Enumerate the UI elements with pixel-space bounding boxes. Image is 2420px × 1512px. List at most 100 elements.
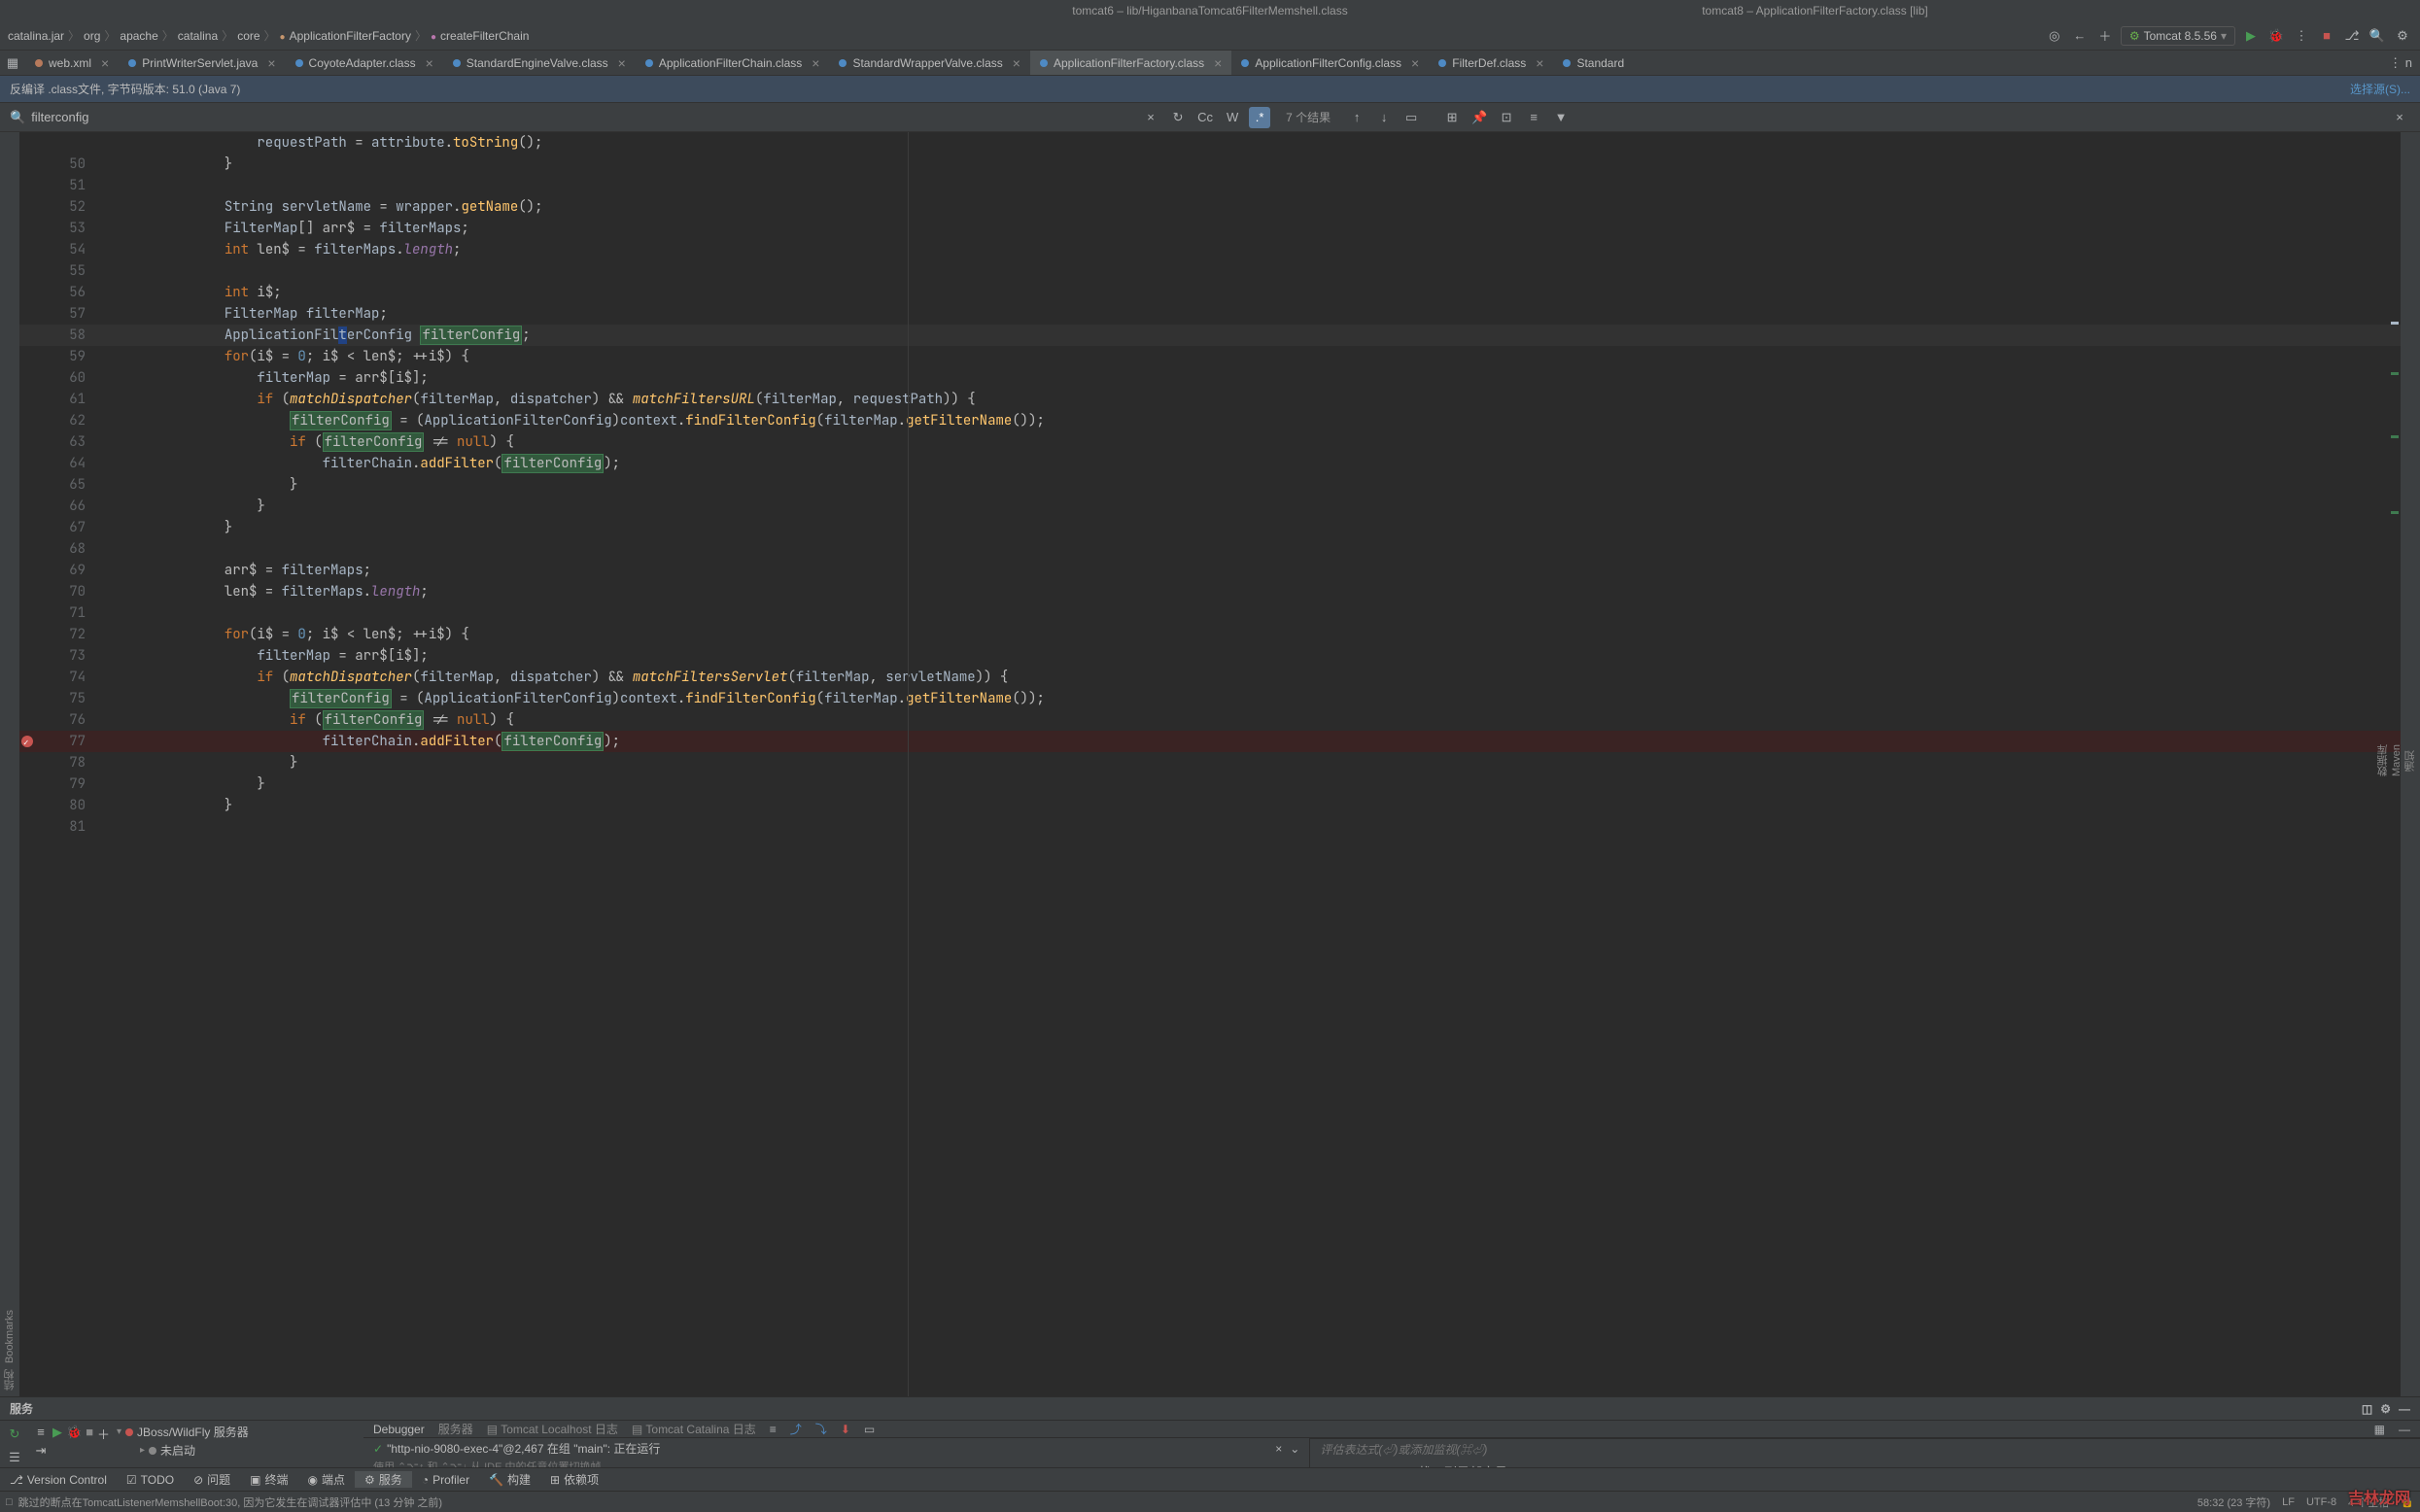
breakpoint-gutter[interactable] (19, 325, 49, 346)
back-icon[interactable]: ← (2070, 26, 2090, 46)
bb-endpoints[interactable]: ◉ 端点 (298, 1471, 356, 1488)
code-line[interactable]: 63 if (filterConfig != null) { (19, 431, 2401, 453)
breakpoint-gutter[interactable] (19, 410, 49, 431)
fold-gutter[interactable] (97, 367, 126, 389)
fold-gutter[interactable] (97, 602, 126, 624)
tw-misc-icon[interactable]: ▭ (864, 1423, 875, 1436)
code-line[interactable]: 56 int i$; (19, 282, 2401, 303)
fold-gutter[interactable] (97, 773, 126, 795)
tw-add-icon[interactable]: ＋ (97, 1425, 110, 1467)
evaluate-input[interactable] (1320, 1443, 2410, 1457)
left-tool-strip[interactable]: Bookmarks 结构 (0, 132, 19, 1396)
tw-stepinto-icon[interactable]: ⬇ (841, 1423, 850, 1436)
fold-gutter[interactable] (97, 175, 126, 196)
caret-position[interactable]: 58:32 (23 字符) (2197, 1495, 2270, 1510)
editor-tab[interactable]: StandardEngineValve.class× (443, 51, 636, 75)
fold-gutter[interactable] (97, 645, 126, 667)
project-tool-icon[interactable]: ▦ (0, 51, 25, 75)
tw-tab-localhost-log[interactable]: ▤ Tomcat Localhost 日志 (487, 1421, 618, 1437)
run-config-selector[interactable]: ⚙ Tomcat 8.5.56 ▾ (2121, 26, 2235, 46)
breakpoint-gutter[interactable] (19, 538, 49, 560)
code-line[interactable]: 77 filterChain.addFilter(filterConfig); (19, 731, 2401, 752)
code-line[interactable]: 76 if (filterConfig != null) { (19, 709, 2401, 731)
bb-problems[interactable]: ⊘ 问题 (184, 1471, 240, 1488)
tabs-overflow[interactable]: ⋮ n (2381, 51, 2420, 75)
crumb-method[interactable]: createFilterChain (431, 29, 529, 43)
code-line[interactable]: 58 ApplicationFilterConfig filterConfig; (19, 325, 2401, 346)
search-input[interactable] (31, 110, 323, 124)
tab-close-icon[interactable]: × (1411, 55, 1419, 71)
fold-gutter[interactable] (97, 282, 126, 303)
evaluate-field[interactable] (1310, 1438, 2420, 1460)
right-tool-strip[interactable]: 通知 Maven 数据库 (2401, 132, 2420, 1396)
fold-gutter[interactable] (97, 260, 126, 282)
debug-button[interactable]: 🐞 (2266, 26, 2286, 46)
breakpoint-gutter[interactable] (19, 560, 49, 581)
tw-tab-debugger[interactable]: Debugger (373, 1423, 425, 1436)
breakpoint-gutter[interactable] (19, 175, 49, 196)
breakpoint-gutter[interactable] (19, 431, 49, 453)
breakpoint-gutter[interactable] (19, 709, 49, 731)
code-line[interactable]: 66 } (19, 496, 2401, 517)
editor-tab[interactable]: PrintWriterServlet.java× (119, 51, 285, 75)
editor-tab[interactable]: CoyoteAdapter.class× (286, 51, 443, 75)
add-config-icon[interactable]: ＋ (2095, 26, 2115, 46)
close-search-icon[interactable]: × (2389, 107, 2410, 128)
history-icon[interactable]: ↻ (1167, 107, 1189, 128)
bb-vcs[interactable]: ⎇ Version Control (0, 1473, 117, 1487)
breakpoint-gutter[interactable] (19, 303, 49, 325)
match-case-icon[interactable]: Cc (1194, 107, 1216, 128)
words-icon[interactable]: W (1222, 107, 1243, 128)
bookmarks-stripe[interactable]: Bookmarks (4, 1310, 16, 1363)
fold-gutter[interactable] (97, 154, 126, 175)
crumb-class[interactable]: ApplicationFilterFactory (280, 29, 411, 43)
thread-close-icon[interactable]: × (1275, 1442, 1282, 1456)
code-line[interactable]: 71 (19, 602, 2401, 624)
tw-minus-icon[interactable]: — (2399, 1423, 2410, 1436)
code-line[interactable]: 80 } (19, 795, 2401, 816)
bb-todo[interactable]: ☑ TODO (117, 1473, 184, 1487)
tab-close-icon[interactable]: × (618, 55, 626, 71)
breakpoint-gutter[interactable] (19, 667, 49, 688)
tab-close-icon[interactable]: × (1214, 55, 1222, 71)
tw-collapse-icon[interactable]: ⇥ (36, 1443, 47, 1459)
search-everywhere-icon[interactable]: 🔍 (2368, 26, 2387, 46)
fold-gutter[interactable] (97, 581, 126, 602)
crumb-jar[interactable]: catalina.jar (8, 29, 64, 43)
breakpoint-gutter[interactable] (19, 154, 49, 175)
breakpoint-gutter[interactable] (19, 260, 49, 282)
breakpoint-gutter[interactable] (19, 196, 49, 218)
fold-gutter[interactable] (97, 346, 126, 367)
code-line[interactable]: 65 } (19, 474, 2401, 496)
select-all-icon[interactable]: ▭ (1400, 107, 1422, 128)
tw-split-icon[interactable]: ◫ (2362, 1402, 2372, 1416)
tw-run-icon[interactable]: ▶ (52, 1425, 62, 1467)
fold-gutter[interactable] (97, 816, 126, 838)
code-line[interactable]: 55 (19, 260, 2401, 282)
tab-close-icon[interactable]: × (1013, 55, 1020, 71)
notifications-stripe[interactable]: 通知 (2403, 750, 2418, 772)
tab-close-icon[interactable]: × (426, 55, 433, 71)
fold-gutter[interactable] (97, 218, 126, 239)
fold-gutter[interactable] (97, 731, 126, 752)
tw-stepover-icon[interactable]: ⤵ (815, 1421, 827, 1437)
breakpoint-gutter[interactable] (19, 645, 49, 667)
fold-gutter[interactable] (97, 496, 126, 517)
breakpoint-gutter[interactable] (19, 132, 49, 154)
git-icon[interactable]: ⎇ (2342, 26, 2362, 46)
code-line[interactable]: 68 (19, 538, 2401, 560)
tw-rerun-icon[interactable]: ↻ (5, 1425, 24, 1444)
breakpoint-gutter[interactable] (19, 773, 49, 795)
breakpoint-gutter[interactable] (19, 688, 49, 709)
fold-gutter[interactable] (97, 709, 126, 731)
tw-threads-icon[interactable]: ≡ (770, 1423, 777, 1436)
code-line[interactable]: 78 } (19, 752, 2401, 773)
editor-tab[interactable]: Standard (1553, 51, 1634, 75)
next-match-icon[interactable]: ↓ (1373, 107, 1395, 128)
bb-terminal[interactable]: ▣ 终端 (240, 1471, 297, 1488)
code-line[interactable]: 50 } (19, 154, 2401, 175)
maven-stripe[interactable]: Maven (2391, 744, 2403, 776)
code-line[interactable]: 64 filterChain.addFilter(filterConfig); (19, 453, 2401, 474)
fold-gutter[interactable] (97, 517, 126, 538)
tw-gear-icon[interactable]: ⚙ (2380, 1402, 2391, 1416)
